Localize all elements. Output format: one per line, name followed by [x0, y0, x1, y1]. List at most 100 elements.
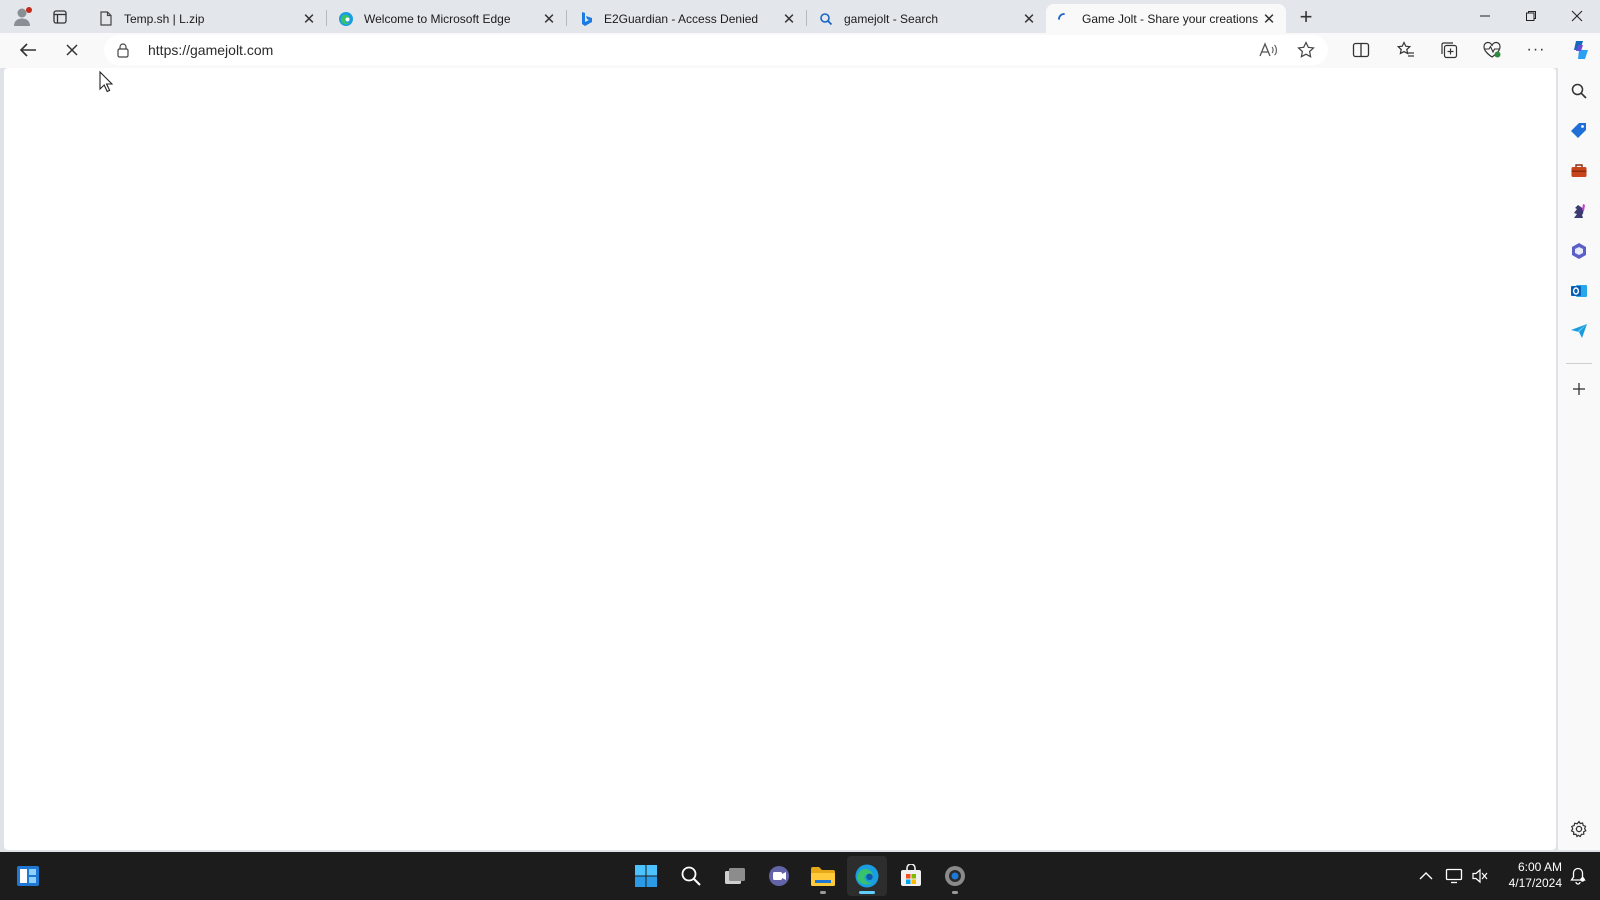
running-indicator — [859, 891, 875, 894]
tab-close-button[interactable]: ✕ — [540, 10, 558, 28]
arrow-left-icon — [19, 43, 36, 57]
tab-close-button[interactable]: ✕ — [300, 10, 318, 28]
tab-title: E2Guardian - Access Denied — [604, 11, 759, 26]
tab-actions-button[interactable] — [46, 4, 74, 30]
sidebar-drop-button[interactable] — [1564, 316, 1594, 346]
folder-icon — [811, 867, 835, 886]
taskbar-store-button[interactable] — [891, 856, 931, 896]
taskbar-clock[interactable]: 6:00 AM 4/17/2024 — [1496, 859, 1562, 891]
restore-button[interactable] — [1508, 0, 1554, 32]
copilot-button[interactable] — [1565, 35, 1597, 65]
tab-actions-icon — [53, 10, 67, 24]
task-view-icon — [725, 868, 745, 884]
address-bar[interactable]: https://gamejolt.com — [104, 35, 1328, 65]
speaker-muted-icon — [1472, 868, 1488, 884]
paper-plane-icon — [1571, 324, 1587, 338]
url-text[interactable]: https://gamejolt.com — [148, 42, 273, 58]
sidebar-microsoft365-button[interactable] — [1564, 236, 1594, 266]
taskbar-widgets-button[interactable] — [8, 856, 48, 896]
search-icon — [1571, 83, 1587, 99]
loading-spinner-icon — [1056, 11, 1072, 27]
close-icon — [66, 44, 78, 56]
gear-icon — [1570, 820, 1587, 838]
edge-icon — [855, 864, 879, 888]
sidebar-tools-button[interactable] — [1564, 156, 1594, 186]
sidebar-search-button[interactable] — [1564, 76, 1594, 106]
search-icon — [818, 11, 834, 27]
notification-dot — [26, 7, 32, 13]
page-content[interactable] — [4, 68, 1556, 850]
widgets-icon — [17, 866, 39, 886]
taskbar-search-button[interactable] — [671, 856, 711, 896]
taskbar-file-explorer-button[interactable] — [803, 856, 843, 896]
windows-taskbar: 6:00 AM 4/17/2024 — [0, 852, 1600, 900]
show-hidden-icons-button[interactable] — [1416, 866, 1436, 886]
taskbar-task-view-button[interactable] — [715, 856, 755, 896]
lock-icon[interactable] — [114, 41, 132, 59]
browser-essentials-button[interactable] — [1476, 35, 1508, 65]
sidebar-outlook-button[interactable] — [1564, 276, 1594, 306]
volume-button[interactable] — [1470, 866, 1490, 886]
profile-button[interactable] — [8, 4, 36, 30]
search-icon — [681, 866, 701, 886]
tab-welcome-edge[interactable]: Welcome to Microsoft Edge ✕ — [328, 4, 566, 33]
microsoft365-icon — [1572, 243, 1586, 259]
tab-game-jolt[interactable]: Game Jolt - Share your creations ✕ — [1046, 4, 1286, 33]
tab-title: Temp.sh | L.zip — [124, 11, 205, 26]
plus-icon — [1573, 383, 1585, 395]
read-aloud-button[interactable] — [1254, 38, 1282, 62]
chevron-up-icon — [1419, 872, 1433, 880]
sidebar-add-button[interactable] — [1564, 374, 1594, 404]
store-bag-icon — [901, 864, 921, 886]
mouse-cursor-icon — [99, 71, 113, 93]
file-icon — [98, 11, 114, 27]
sidebar-shopping-button[interactable] — [1564, 116, 1594, 146]
clock-time: 6:00 AM — [1517, 860, 1562, 874]
tab-close-button[interactable]: ✕ — [780, 10, 798, 28]
outlook-icon — [1571, 285, 1587, 297]
chess-piece-icon — [1574, 204, 1585, 218]
back-button[interactable] — [12, 35, 44, 65]
collections-button[interactable] — [1433, 35, 1465, 65]
tab-close-button[interactable]: ✕ — [1260, 10, 1278, 28]
taskbar-start-button[interactable] — [626, 856, 666, 896]
tab-title: Game Jolt - Share your creations — [1082, 11, 1259, 26]
plus-icon: + — [1299, 4, 1313, 29]
new-tab-button[interactable]: + — [1292, 4, 1320, 30]
settings-and-more-button[interactable]: ··· — [1520, 35, 1552, 65]
network-button[interactable] — [1444, 866, 1464, 886]
tab-strip: Temp.sh | L.zip ✕ Welcome to Microsoft E… — [0, 0, 1600, 33]
close-icon — [1571, 10, 1583, 22]
tab-separator — [566, 10, 567, 26]
sidebar-games-button[interactable] — [1564, 196, 1594, 226]
tab-gamejolt-search[interactable]: gamejolt - Search ✕ — [808, 4, 1046, 33]
bing-icon — [578, 11, 594, 27]
bell-icon — [1570, 867, 1586, 885]
tab-temp-sh[interactable]: Temp.sh | L.zip ✕ — [88, 4, 326, 33]
close-window-button[interactable] — [1554, 0, 1600, 32]
tab-e2guardian[interactable]: E2Guardian - Access Denied ✕ — [568, 4, 806, 33]
heart-pulse-icon — [1483, 41, 1501, 58]
split-screen-icon — [1352, 42, 1370, 58]
taskbar-edge-button[interactable] — [847, 856, 887, 896]
toolbox-icon — [1571, 164, 1587, 177]
split-screen-button[interactable] — [1345, 35, 1377, 65]
star-icon — [1297, 41, 1315, 58]
windows-logo-icon — [635, 865, 657, 887]
sidebar-settings-button[interactable] — [1564, 814, 1594, 844]
stop-loading-button[interactable] — [56, 35, 88, 65]
tab-close-button[interactable]: ✕ — [1020, 10, 1038, 28]
taskbar-settings-button[interactable] — [935, 856, 975, 896]
favorites-button[interactable] — [1390, 35, 1422, 65]
favorite-button[interactable] — [1292, 38, 1320, 62]
read-aloud-icon — [1259, 42, 1277, 57]
favorites-list-icon — [1397, 41, 1414, 57]
running-indicator — [820, 891, 826, 894]
gear-icon — [945, 866, 965, 886]
tab-title: Welcome to Microsoft Edge — [364, 11, 511, 26]
notifications-button[interactable] — [1568, 866, 1588, 886]
clock-date: 4/17/2024 — [1508, 876, 1562, 890]
taskbar-chat-button[interactable] — [759, 856, 799, 896]
tab-separator — [806, 10, 807, 26]
minimize-button[interactable] — [1462, 0, 1508, 32]
